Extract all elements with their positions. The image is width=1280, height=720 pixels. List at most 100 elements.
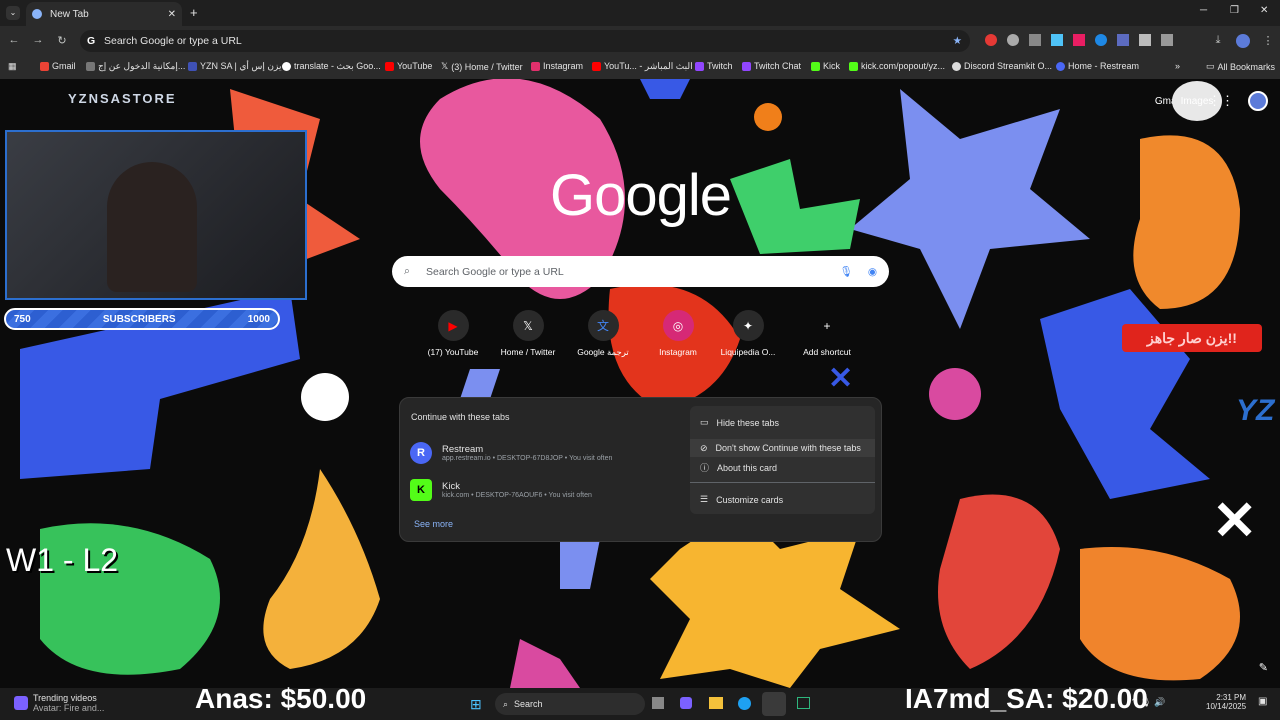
bookmark-star-icon[interactable]: ★	[953, 35, 962, 47]
bookmark-instagram[interactable]: Instagram	[531, 61, 583, 71]
extension-icon[interactable]	[1073, 34, 1085, 46]
extension-icon[interactable]	[1029, 34, 1041, 46]
youtube-icon: ▶	[437, 310, 469, 341]
apps-grid-icon[interactable]: ▦	[8, 61, 17, 72]
trending-icon	[14, 696, 28, 710]
extension-icon[interactable]	[1007, 34, 1019, 46]
menu-about-card[interactable]: ⓘ About this card	[700, 461, 777, 474]
bookmark-kick[interactable]: Kick	[811, 61, 840, 71]
x-icon: 𝕏	[512, 310, 544, 341]
close-window-icon[interactable]: ✕	[1260, 5, 1268, 16]
mic-icon[interactable]: 🎙	[840, 265, 853, 278]
bookmark-discord[interactable]: Discord Streamkit O...	[952, 61, 1052, 71]
minimize-icon[interactable]: ─	[1200, 5, 1207, 16]
twitch-icon	[695, 61, 704, 71]
bookmark-item[interactable]: YZN SA | يزن إس أي	[188, 61, 281, 72]
google-apps-icon[interactable]: ⋮⋮	[1208, 93, 1234, 109]
bookmark-youtube-live[interactable]: YouTu... - البث المباشر	[592, 61, 693, 72]
bookmark-gmail[interactable]: Gmail	[40, 61, 76, 71]
page-icon	[86, 62, 95, 71]
reload-icon[interactable]: ↻	[54, 34, 70, 47]
menu-customize-cards[interactable]: ☰ Customize cards	[700, 494, 783, 505]
bookmark-twitch-chat[interactable]: Twitch Chat	[742, 61, 801, 71]
shortcut-twitter[interactable]: 𝕏 Home / Twitter	[493, 310, 563, 357]
taskbar-search[interactable]: ⌕ Search	[495, 693, 645, 715]
edge-icon[interactable]	[738, 697, 751, 710]
shortcut-instagram[interactable]: ◎ Instagram	[643, 310, 713, 357]
extension-icon[interactable]	[1051, 34, 1063, 46]
notification-icon[interactable]: ▣	[1258, 696, 1267, 707]
menu-dont-show[interactable]: ⊘ Don't show Continue with these tabs	[690, 439, 875, 457]
copilot-icon[interactable]	[680, 697, 692, 709]
bookmark-twitter[interactable]: 𝕏 (3) Home / Twitter	[441, 61, 523, 72]
downloads-icon[interactable]: ⤓	[1210, 34, 1226, 47]
menu-hide-tabs[interactable]: ▭ Hide these tabs	[700, 417, 779, 428]
extension-icon[interactable]	[1117, 34, 1129, 46]
youtube-icon	[592, 62, 601, 71]
omnibox[interactable]: G Search Google or type a URL ★	[80, 30, 970, 52]
tab-strip: ⌄ New Tab ✕ + ─ ❐ ✕	[0, 0, 1280, 26]
subscriber-goal-bar: 750 SUBSCRIBERS 1000	[4, 308, 280, 330]
menu-label: Don't show Continue with these tabs	[715, 443, 861, 453]
bookmark-youtube[interactable]: YouTube	[385, 61, 432, 71]
file-explorer-icon[interactable]	[709, 697, 723, 709]
bookmark-label: Kick	[823, 61, 841, 71]
menu-kebab-icon[interactable]: ⋮	[1260, 34, 1276, 47]
tab-title: New Tab	[50, 8, 89, 20]
bookmark-twitch[interactable]: Twitch	[695, 61, 733, 71]
bookmark-label: YouTu... - البث المباشر	[604, 61, 693, 71]
extensions-puzzle-icon[interactable]	[1161, 34, 1173, 46]
streamer-headset-image	[107, 162, 197, 292]
start-icon[interactable]: ⊞	[470, 696, 482, 713]
shortcut-add[interactable]: + Add shortcut	[792, 310, 862, 358]
shortcut-translate[interactable]: 文 Google ترجمة	[568, 310, 638, 358]
bookmark-label: All Bookmarks	[1217, 61, 1276, 72]
more-bookmarks-icon[interactable]: »	[1175, 61, 1180, 71]
see-more-link[interactable]: See more	[414, 519, 453, 529]
tab-new-tab[interactable]: New Tab ✕	[26, 2, 182, 26]
taskbar-search-label: Search	[514, 699, 543, 709]
shortcut-liquipedia[interactable]: ✦ Liquipedia O...	[713, 310, 783, 357]
profile-avatar[interactable]	[1236, 34, 1250, 48]
bookmark-item[interactable]: translate - بحث Goo...	[282, 61, 381, 72]
shortcut-label: Liquipedia O...	[720, 347, 776, 357]
extensions-row	[985, 34, 1173, 46]
bookmark-label: kick.com/popout/yz...	[861, 61, 946, 71]
edit-pencil-icon[interactable]: ✎	[1259, 661, 1268, 674]
card-row-kick[interactable]: K Kick kick.com • DESKTOP-76AOUF6 • You v…	[410, 479, 592, 501]
hide-icon: ▭	[700, 417, 709, 427]
extension-icon[interactable]	[985, 34, 997, 46]
bookmark-label: translate - بحث Goo...	[294, 61, 381, 71]
subs-goal: 1000	[247, 313, 270, 325]
instagram-icon	[531, 61, 540, 71]
shortcut-youtube[interactable]: ▶ (17) YouTube	[418, 310, 488, 357]
search-icon: ⌕	[503, 698, 509, 709]
task-view-icon[interactable]	[652, 697, 664, 709]
account-avatar[interactable]	[1248, 91, 1268, 111]
new-tab-button[interactable]: +	[190, 5, 198, 20]
ntp-search-box[interactable]: ⌕ Search Google or type a URL 🎙 ◉	[392, 256, 889, 287]
maximize-icon[interactable]: ❐	[1230, 5, 1239, 16]
card-row-restream[interactable]: R Restream app.restream.io • DESKTOP-67D8…	[410, 442, 612, 464]
app-icon[interactable]	[797, 697, 810, 709]
bookmark-item[interactable]: إمكانية الدخول عن إج...	[86, 61, 185, 72]
extension-icon[interactable]	[1095, 34, 1107, 46]
forward-icon[interactable]: →	[30, 34, 46, 46]
back-icon[interactable]: ←	[6, 34, 22, 46]
close-tab-icon[interactable]: ✕	[168, 9, 176, 20]
clock[interactable]: 2:31 PM 10/14/2025	[1206, 693, 1246, 711]
yzn-icon	[188, 62, 197, 71]
widgets-trending[interactable]: Trending videos Avatar: Fire and...	[14, 693, 104, 713]
chrome-icon[interactable]	[762, 692, 786, 716]
new-tab-page: YZNSASTORE 750 SUBSCRIBERS 1000 W1 - L2 …	[0, 79, 1280, 688]
google-icon	[282, 62, 291, 71]
lens-icon[interactable]: ◉	[868, 266, 877, 278]
tab-search-icon[interactable]: ⌄	[6, 6, 20, 20]
bookmark-restream[interactable]: Home - Restream	[1056, 61, 1139, 71]
score-text: W1 - L2	[6, 542, 119, 578]
trending-sub: Avatar: Fire and...	[33, 703, 105, 713]
extension-icon[interactable]	[1139, 34, 1151, 46]
all-bookmarks[interactable]: ▭ All Bookmarks	[1206, 61, 1275, 72]
bookmark-kick-popout[interactable]: kick.com/popout/yz...	[849, 61, 945, 71]
subs-current: 750	[14, 313, 31, 325]
